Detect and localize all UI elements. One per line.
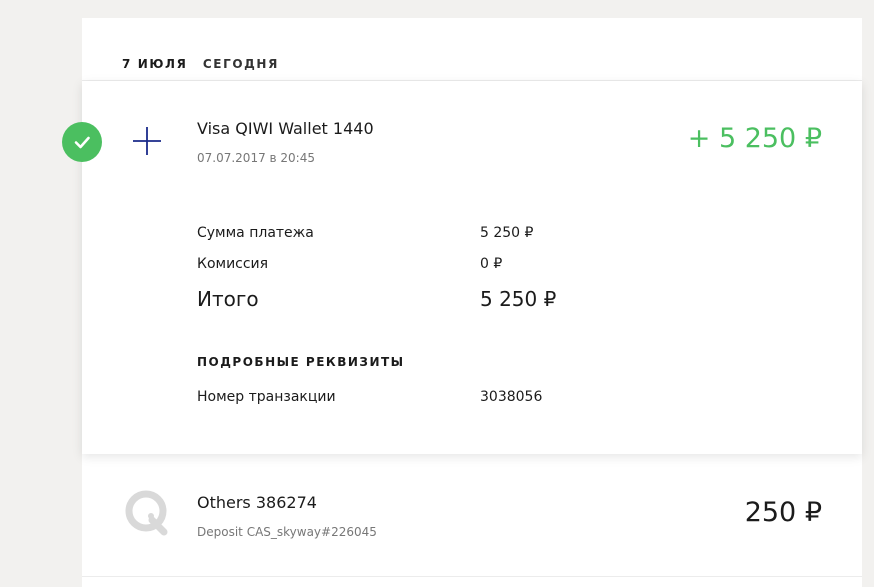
transaction-description: Deposit CAS_skyway#226045 xyxy=(197,525,377,539)
transaction-number-value: 3038056 xyxy=(480,389,543,405)
check-icon xyxy=(62,122,102,162)
total-value: 5 250 ₽ xyxy=(480,287,557,311)
date-group-header: 7 июля сегодня xyxy=(122,57,279,71)
transaction-amount: 250 ₽ xyxy=(744,497,822,528)
payment-sum-value: 5 250 ₽ xyxy=(480,225,534,241)
transaction-title[interactable]: Others 386274 xyxy=(197,493,317,512)
group-date-label: сегодня xyxy=(202,57,279,71)
transaction-number-label: Номер транзакции xyxy=(197,389,336,405)
commission-label: Комиссия xyxy=(197,256,269,272)
requisites-title: ПОДРОБНЫЕ РЕКВИЗИТЫ xyxy=(197,355,405,369)
commission-value: 0 ₽ xyxy=(480,256,503,272)
divider xyxy=(82,576,862,577)
transaction-title: Visa QIWI Wallet 1440 xyxy=(197,119,374,138)
transaction-amount: + 5 250 ₽ xyxy=(687,123,822,154)
transaction-datetime: 07.07.2017 в 20:45 xyxy=(197,151,315,165)
total-label: Итого xyxy=(197,287,259,311)
payment-sum-label: Сумма платежа xyxy=(197,225,314,241)
plus-icon xyxy=(131,125,163,157)
group-date: 7 июля xyxy=(122,57,188,71)
qiwi-logo-icon xyxy=(122,488,172,538)
